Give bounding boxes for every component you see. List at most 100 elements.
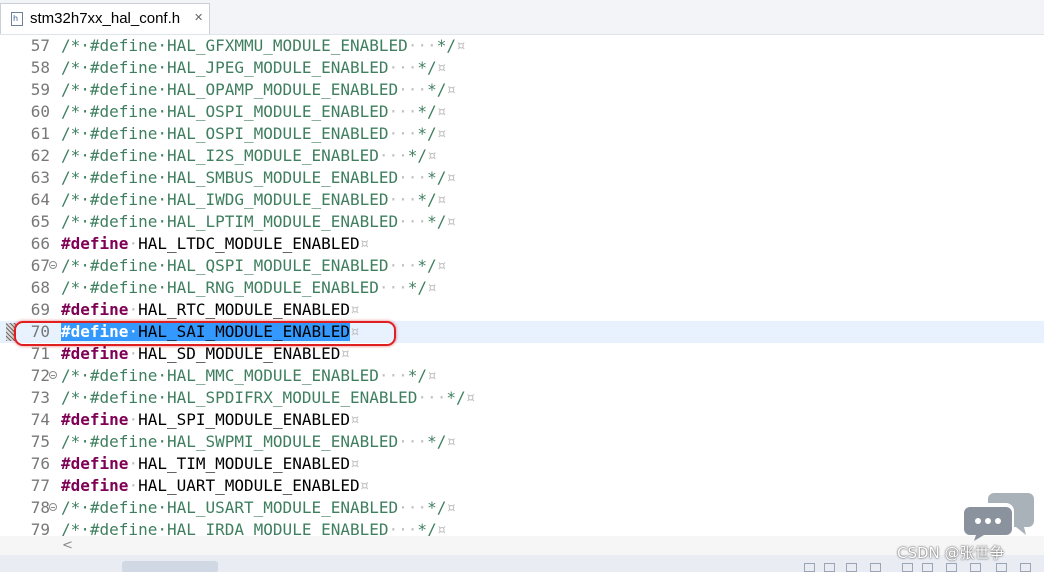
eol-marker: ¤ [436,58,447,77]
comment-end: */ [407,146,428,165]
comment-text: /*·#define·HAL_I2S_MODULE_ENABLED [61,146,379,165]
code-line[interactable]: 72 /*·#define·HAL_MMC_MODULE_ENABLED···*/… [0,365,1044,387]
code-text: /*·#define·HAL_SMBUS_MODULE_ENABLED···*/… [61,167,456,189]
whitespace-marker: · [128,476,139,495]
line-number: 62 [30,146,50,165]
status-icon[interactable] [870,563,881,572]
status-icon[interactable] [996,563,1007,572]
code-line[interactable]: 69 #define·HAL_RTC_MODULE_ENABLED¤ [0,299,1044,321]
comment-text: /*·#define·HAL_QSPI_MODULE_ENABLED [61,256,389,275]
code-text: /*·#define·HAL_LPTIM_MODULE_ENABLED···*/… [61,211,456,233]
eol-marker: ¤ [446,80,456,99]
line-number: 60 [30,102,50,121]
fold-toggle-icon[interactable] [49,503,57,511]
code-text: /*·#define·HAL_OSPI_MODULE_ENABLED···*/¤ [61,101,446,123]
whitespace-marker: ··· [388,124,418,143]
comment-end: */ [417,102,437,121]
whitespace-marker: ··· [398,212,428,231]
comment-end: */ [417,58,437,77]
status-icon[interactable] [946,563,957,572]
macro-name: HAL_RTC_MODULE_ENABLED [138,300,350,319]
code-line[interactable]: 79 /*·#define·HAL_IRDA_MODULE_ENABLED···*… [0,519,1044,536]
code-line[interactable]: 77 #define·HAL_UART_MODULE_ENABLED¤ [0,475,1044,497]
fold-toggle-icon[interactable] [49,261,57,269]
macro-name: HAL_SPI_MODULE_ENABLED [138,410,350,429]
code-editor[interactable]: 57/*·#define·HAL_GFXMMU_MODULE_ENABLED··… [0,35,1044,536]
eol-marker: ¤ [340,344,351,363]
eol-marker: ¤ [359,476,370,495]
code-line[interactable]: 74 #define·HAL_SPI_MODULE_ENABLED¤ [0,409,1044,431]
code-line[interactable]: 66 #define·HAL_LTDC_MODULE_ENABLED¤ [0,233,1044,255]
eol-marker: ¤ [427,278,437,297]
code-text: /*·#define·HAL_GFXMMU_MODULE_ENABLED···*… [61,35,466,57]
line-number: 59 [30,80,50,99]
code-text: /*·#define·HAL_RNG_MODULE_ENABLED···*/¤ [61,277,437,299]
code-text: /*·#define·HAL_OPAMP_MODULE_ENABLED···*/… [61,79,456,101]
line-number: 64 [30,190,50,209]
code-line[interactable]: 62 /*·#define·HAL_I2S_MODULE_ENABLED···*/… [0,145,1044,167]
comment-text: /*·#define·HAL_SPDIFRX_MODULE_ENABLED [61,388,418,407]
status-icon[interactable] [824,563,835,572]
status-icon[interactable] [846,563,857,572]
comment-text: /*·#define·HAL_JPEG_MODULE_ENABLED [61,58,389,77]
comment-end: */ [427,80,447,99]
code-line[interactable]: 68 /*·#define·HAL_RNG_MODULE_ENABLED···*/… [0,277,1044,299]
whitespace-marker: · [128,454,139,473]
status-icon[interactable] [1020,563,1031,572]
comment-text: /*·#define·HAL_SWPMI_MODULE_ENABLED [61,432,399,451]
code-line[interactable]: 65 /*·#define·HAL_LPTIM_MODULE_ENABLED···… [0,211,1044,233]
whitespace-marker: ··· [407,36,437,55]
code-line[interactable]: 76 #define·HAL_TIM_MODULE_ENABLED¤ [0,453,1044,475]
comment-text: /*·#define·HAL_SMBUS_MODULE_ENABLED [61,168,399,187]
line-number: 71 [30,344,50,363]
comment-end: */ [417,256,437,275]
close-icon[interactable]: ✕ [194,10,203,26]
comment-text: /*·#define·HAL_RNG_MODULE_ENABLED [61,278,379,297]
define-keyword: #define [61,234,129,253]
status-icon[interactable] [922,563,933,572]
code-text: /*·#define·HAL_IWDG_MODULE_ENABLED···*/¤ [61,189,446,211]
eol-marker: ¤ [455,36,466,55]
csdn-chat-logo-icon [964,493,1034,541]
code-line[interactable]: 64 /*·#define·HAL_IWDG_MODULE_ENABLED···*… [0,189,1044,211]
eol-marker: ¤ [446,432,456,451]
code-line[interactable]: 67 /*·#define·HAL_QSPI_MODULE_ENABLED···*… [0,255,1044,277]
whitespace-marker: ··· [398,168,428,187]
status-icon[interactable] [804,563,815,572]
code-line[interactable]: 73 /*·#define·HAL_SPDIFRX_MODULE_ENABLED·… [0,387,1044,409]
comment-end: */ [407,366,428,385]
status-icon[interactable] [970,563,981,572]
status-icon[interactable] [902,563,913,572]
tab-stm32h7xx-hal-conf[interactable]: h stm32h7xx_hal_conf.h ✕ [0,3,210,34]
code-line[interactable]: 78 /*·#define·HAL_USART_MODULE_ENABLED···… [0,497,1044,519]
line-number: 68 [30,278,50,297]
code-line[interactable]: 58 /*·#define·HAL_JPEG_MODULE_ENABLED···*… [0,57,1044,79]
line-number: 76 [30,454,50,473]
annotation-highlight-ring [14,321,396,346]
code-text: #define·HAL_SD_MODULE_ENABLED¤ [61,343,350,365]
code-text: #define·HAL_TIM_MODULE_ENABLED¤ [61,453,360,475]
eol-marker: ¤ [436,190,447,209]
code-line[interactable]: 75 /*·#define·HAL_SWPMI_MODULE_ENABLED···… [0,431,1044,453]
whitespace-marker: · [128,344,139,363]
eol-marker: ¤ [427,146,437,165]
status-tab[interactable] [122,561,218,572]
code-line[interactable]: 61 /*·#define·HAL_OSPI_MODULE_ENABLED···*… [0,123,1044,145]
horizontal-scrollbar[interactable]: < [0,536,1044,555]
scroll-left-icon[interactable]: < [62,536,73,555]
comment-end: */ [417,520,437,536]
code-line[interactable]: 57 /*·#define·HAL_GFXMMU_MODULE_ENABLED··… [0,35,1044,57]
code-line[interactable]: 60 /*·#define·HAL_OSPI_MODULE_ENABLED···*… [0,101,1044,123]
code-line[interactable]: 63 /*·#define·HAL_SMBUS_MODULE_ENABLED···… [0,167,1044,189]
comment-text: /*·#define·HAL_OSPI_MODULE_ENABLED [61,124,389,143]
code-line[interactable]: 71 #define·HAL_SD_MODULE_ENABLED¤ [0,343,1044,365]
macro-name: HAL_LTDC_MODULE_ENABLED [138,234,360,253]
code-text: #define·HAL_LTDC_MODULE_ENABLED¤ [61,233,369,255]
line-number: 58 [30,58,50,77]
code-line[interactable]: 59 /*·#define·HAL_OPAMP_MODULE_ENABLED···… [0,79,1044,101]
whitespace-marker: ··· [398,432,428,451]
comment-end: */ [436,36,456,55]
fold-toggle-icon[interactable] [49,371,57,379]
define-keyword: #define [61,454,129,473]
eol-marker: ¤ [465,388,476,407]
